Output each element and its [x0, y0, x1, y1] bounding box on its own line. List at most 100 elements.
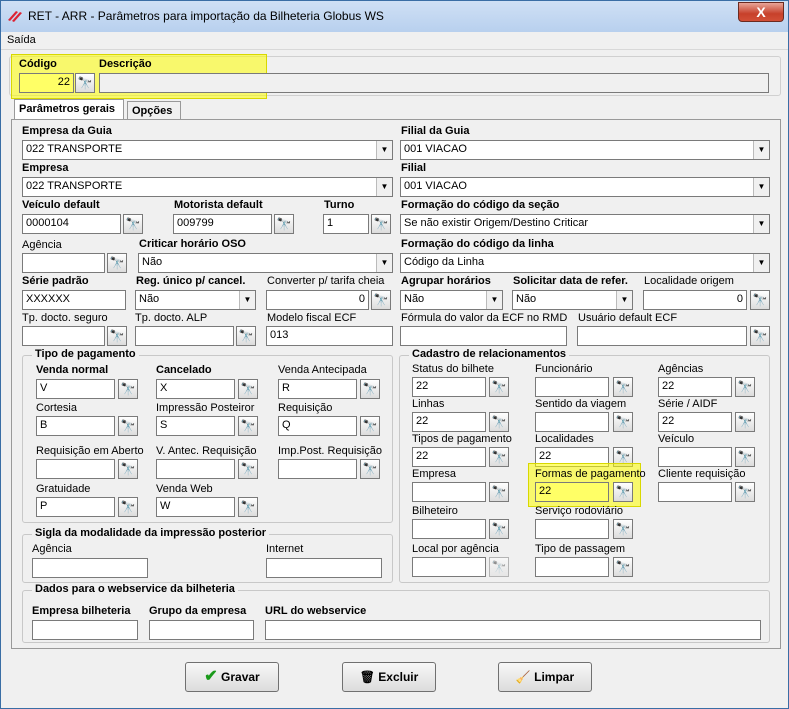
- cliente-requisicao-search-button[interactable]: 🔭: [735, 482, 755, 502]
- venda-antecipada-search-button[interactable]: 🔭: [360, 379, 380, 399]
- venda-normal-search-button[interactable]: 🔭: [118, 379, 138, 399]
- turno-input[interactable]: 1: [323, 214, 369, 234]
- reg-unico-select[interactable]: Não ▼: [135, 290, 256, 310]
- status-bilhete-search-button[interactable]: 🔭: [489, 377, 509, 397]
- tp-docto-alp-search-button[interactable]: 🔭: [236, 326, 256, 346]
- descricao-input[interactable]: [99, 73, 769, 93]
- formacao-linha-select[interactable]: Código da Linha ▼: [400, 253, 770, 273]
- venda-normal-label: Venda normal: [36, 364, 109, 376]
- excluir-button[interactable]: 🗑 Excluir: [342, 662, 436, 692]
- localidade-origem-search-button[interactable]: 🔭: [750, 290, 770, 310]
- motorista-search-button[interactable]: 🔭: [274, 214, 294, 234]
- cadastro-empresa-input[interactable]: [412, 482, 486, 502]
- imp-post-requisicao-search-button[interactable]: 🔭: [360, 459, 380, 479]
- sigla-agencia-input[interactable]: [32, 558, 148, 578]
- agencia-search-button[interactable]: 🔭: [107, 253, 127, 273]
- requisicao-aberto-input[interactable]: [36, 459, 115, 479]
- cancelado-search-button[interactable]: 🔭: [238, 379, 258, 399]
- formas-pagamento-input[interactable]: 22: [535, 482, 609, 502]
- veiculo-search-button[interactable]: 🔭: [123, 214, 143, 234]
- gratuidade-search-button[interactable]: 🔭: [118, 497, 138, 517]
- bilheteiro-input[interactable]: [412, 519, 486, 539]
- serie-aidf-search-button[interactable]: 🔭: [735, 412, 755, 432]
- filial-select[interactable]: 001 VIACAO ▼: [400, 177, 770, 197]
- grupo-empresa-input[interactable]: [149, 620, 254, 640]
- agencias-search-button[interactable]: 🔭: [735, 377, 755, 397]
- cadastro-empresa-search-button[interactable]: 🔭: [489, 482, 509, 502]
- tab-opcoes[interactable]: Opções: [127, 101, 181, 121]
- sentido-viagem-input[interactable]: [535, 412, 609, 432]
- empresa-bilheteria-input[interactable]: [32, 620, 138, 640]
- serie-padrao-input[interactable]: XXXXXX: [22, 290, 126, 310]
- gravar-button[interactable]: ✔ Gravar: [185, 662, 279, 692]
- bilheteiro-search-button[interactable]: 🔭: [489, 519, 509, 539]
- usuario-ecf-input[interactable]: [577, 326, 747, 346]
- requisicao-input[interactable]: Q: [278, 416, 357, 436]
- formas-pagamento-search-button[interactable]: 🔭: [613, 482, 633, 502]
- cliente-requisicao-input[interactable]: [658, 482, 732, 502]
- agencias-input[interactable]: 22: [658, 377, 732, 397]
- cortesia-input[interactable]: B: [36, 416, 115, 436]
- empresa-select[interactable]: 022 TRANSPORTE ▼: [22, 177, 393, 197]
- codigo-input[interactable]: 22: [19, 73, 74, 93]
- status-bilhete-input[interactable]: 22: [412, 377, 486, 397]
- tipo-passagem-search-button[interactable]: 🔭: [613, 557, 633, 577]
- cancelado-input[interactable]: X: [156, 379, 235, 399]
- funcionario-input[interactable]: [535, 377, 609, 397]
- venda-antecipada-input[interactable]: R: [278, 379, 357, 399]
- turno-search-button[interactable]: 🔭: [371, 214, 391, 234]
- servico-rodoviario-search-button[interactable]: 🔭: [613, 519, 633, 539]
- sentido-viagem-search-button[interactable]: 🔭: [613, 412, 633, 432]
- tipos-pagamento-search-button[interactable]: 🔭: [489, 447, 509, 467]
- veiculo-default-input[interactable]: 0000104: [22, 214, 121, 234]
- gratuidade-input[interactable]: P: [36, 497, 115, 517]
- formula-ecf-input[interactable]: [400, 326, 567, 346]
- servico-rodoviario-input[interactable]: [535, 519, 609, 539]
- sigla-internet-input[interactable]: [266, 558, 382, 578]
- converter-tarifa-search-button[interactable]: 🔭: [371, 290, 391, 310]
- cortesia-search-button[interactable]: 🔭: [118, 416, 138, 436]
- tab-parametros-gerais[interactable]: Parâmetros gerais: [14, 99, 124, 119]
- empresa-guia-select[interactable]: 022 TRANSPORTE ▼: [22, 140, 393, 160]
- veiculo-input[interactable]: [658, 447, 732, 467]
- requisicao-search-button[interactable]: 🔭: [360, 416, 380, 436]
- tipos-pagamento-input[interactable]: 22: [412, 447, 486, 467]
- codigo-search-button[interactable]: 🔭: [75, 73, 95, 93]
- limpar-button[interactable]: 🧹 Limpar: [498, 662, 592, 692]
- modelo-fiscal-input[interactable]: 013: [266, 326, 393, 346]
- v-antec-requisicao-search-button[interactable]: 🔭: [238, 459, 258, 479]
- motorista-default-input[interactable]: 009799: [173, 214, 272, 234]
- tp-docto-alp-input[interactable]: [135, 326, 234, 346]
- tipo-passagem-input[interactable]: [535, 557, 609, 577]
- localidade-origem-input[interactable]: 0: [643, 290, 747, 310]
- local-agencia-search-button[interactable]: 🔭: [489, 557, 509, 577]
- solicitar-data-select[interactable]: Não ▼: [512, 290, 633, 310]
- venda-web-input[interactable]: W: [156, 497, 235, 517]
- close-button[interactable]: X: [738, 2, 784, 22]
- requisicao-aberto-search-button[interactable]: 🔭: [118, 459, 138, 479]
- menu-item-saida[interactable]: Saída: [7, 34, 36, 46]
- formacao-secao-select[interactable]: Se não existir Origem/Destino Criticar ▼: [400, 214, 770, 234]
- agencia-input[interactable]: [22, 253, 105, 273]
- usuario-ecf-search-button[interactable]: 🔭: [750, 326, 770, 346]
- url-webservice-input[interactable]: [265, 620, 761, 640]
- veiculo-search-button[interactable]: 🔭: [735, 447, 755, 467]
- funcionario-search-button[interactable]: 🔭: [613, 377, 633, 397]
- empresa-label: Empresa: [22, 162, 69, 174]
- converter-tarifa-input[interactable]: 0: [266, 290, 369, 310]
- impressao-posterior-search-button[interactable]: 🔭: [238, 416, 258, 436]
- v-antec-requisicao-input[interactable]: [156, 459, 235, 479]
- local-agencia-input[interactable]: [412, 557, 486, 577]
- linhas-input[interactable]: 22: [412, 412, 486, 432]
- impressao-posterior-input[interactable]: S: [156, 416, 235, 436]
- filial-guia-select[interactable]: 001 VIACAO ▼: [400, 140, 770, 160]
- serie-aidf-input[interactable]: 22: [658, 412, 732, 432]
- imp-post-requisicao-input[interactable]: [278, 459, 357, 479]
- criticar-oso-select[interactable]: Não ▼: [138, 253, 393, 273]
- agrupar-horarios-select[interactable]: Não ▼: [400, 290, 503, 310]
- tp-docto-seguro-input[interactable]: [22, 326, 105, 346]
- venda-web-search-button[interactable]: 🔭: [238, 497, 258, 517]
- venda-normal-input[interactable]: V: [36, 379, 115, 399]
- tp-docto-seguro-search-button[interactable]: 🔭: [107, 326, 127, 346]
- linhas-search-button[interactable]: 🔭: [489, 412, 509, 432]
